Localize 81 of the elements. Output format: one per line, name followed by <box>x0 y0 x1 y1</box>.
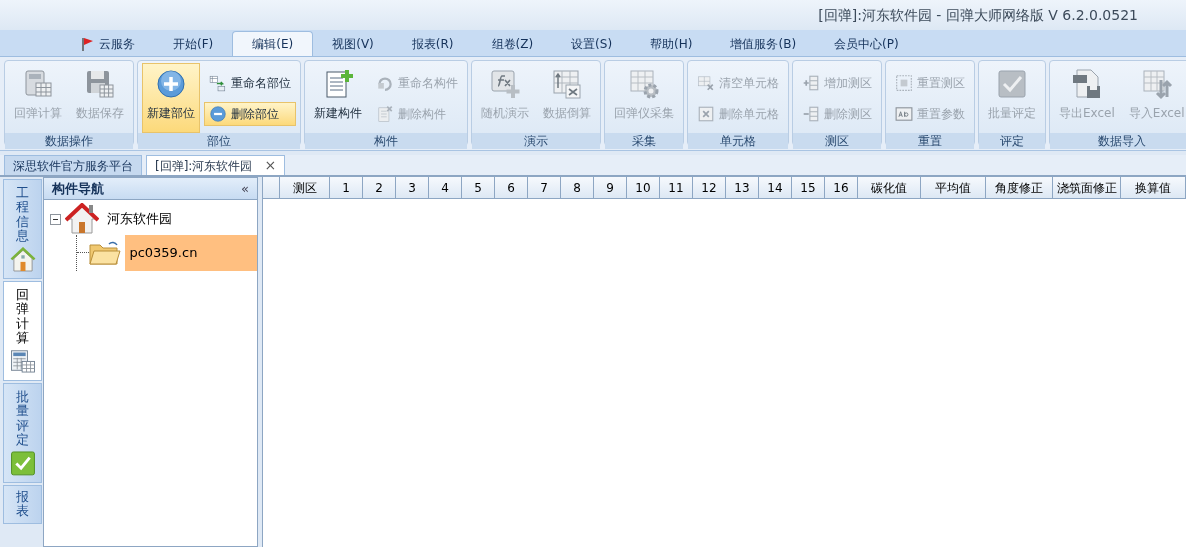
plus-circle-icon <box>155 68 187 100</box>
column-header[interactable]: 3 <box>396 177 429 198</box>
group-title: 数据操作 <box>5 133 133 149</box>
ribbon-button[interactable]: 新建构件 <box>309 63 367 133</box>
column-header[interactable]: 碳化值 <box>858 177 921 198</box>
table-gear-icon <box>628 68 660 100</box>
clear-cells-icon <box>697 73 715 92</box>
group-title: 重置 <box>886 133 974 149</box>
tree-item[interactable]: pc0359.cn <box>125 235 258 271</box>
column-header[interactable]: 12 <box>693 177 726 198</box>
side-tab[interactable]: 工程信息 <box>3 179 42 279</box>
menu-tab[interactable]: 编辑(E) <box>232 31 314 56</box>
group-title: 评定 <box>979 133 1045 149</box>
column-header[interactable]: 6 <box>495 177 528 198</box>
menu-tab[interactable]: 组卷(Z) <box>472 31 553 56</box>
delete-document-icon <box>376 104 394 123</box>
function-icon <box>489 68 521 100</box>
menu-tab[interactable]: 增值服务(B) <box>711 31 816 56</box>
column-header[interactable]: 平均值 <box>921 177 986 198</box>
menu-tab[interactable]: 视图(V) <box>313 31 393 56</box>
column-header[interactable]: 测区 <box>280 177 330 198</box>
close-button[interactable]: × <box>264 155 277 176</box>
column-header[interactable]: 11 <box>660 177 693 198</box>
checkmark-icon <box>996 68 1028 100</box>
reset-area-icon <box>895 73 913 92</box>
flag-icon <box>81 36 95 51</box>
group-title: 单元格 <box>688 133 788 149</box>
house-icon <box>65 203 100 235</box>
window-title: [回弹]:河东软件园 - 回弹大师网络版 V 6.2.0.0521 <box>818 5 1138 25</box>
floppy-disk-icon <box>84 68 116 100</box>
collapse-toggle[interactable] <box>50 213 62 225</box>
menu-tab[interactable]: 会员中心(P) <box>815 31 918 56</box>
menu-tab[interactable]: 帮助(H) <box>631 31 712 56</box>
group-title: 部位 <box>138 133 300 149</box>
column-header[interactable]: 9 <box>594 177 627 198</box>
text-field-icon <box>895 104 913 123</box>
remove-column-icon <box>802 104 820 123</box>
column-header[interactable]: 角度修正 <box>986 177 1053 198</box>
group-title: 测区 <box>793 133 881 149</box>
column-header[interactable]: 1 <box>330 177 363 198</box>
tree-item[interactable]: 河东软件园 <box>103 209 177 229</box>
menu-tab[interactable]: 设置(S) <box>552 31 632 56</box>
column-header[interactable]: 浇筑面修正 <box>1053 177 1121 198</box>
column-header[interactable]: 7 <box>528 177 561 198</box>
ribbon-button[interactable]: 重命名部位 <box>204 70 296 95</box>
calculator-icon <box>22 68 54 100</box>
menu-tab[interactable]: 报表(R) <box>392 31 473 56</box>
checkmark-icon <box>9 451 36 476</box>
side-tab[interactable]: 批量评定 <box>3 383 42 483</box>
delete-cell-icon <box>697 104 715 123</box>
column-header[interactable]: 15 <box>792 177 825 198</box>
table-formula-icon <box>551 68 583 100</box>
side-tab[interactable]: 回弹计算 <box>3 281 42 381</box>
column-header[interactable]: 16 <box>825 177 858 198</box>
add-column-icon <box>802 73 820 92</box>
column-header[interactable]: 10 <box>627 177 660 198</box>
column-header[interactable]: 4 <box>429 177 462 198</box>
group-title: 数据导入 <box>1050 133 1186 149</box>
menu-tab[interactable]: 开始(F) <box>154 31 233 56</box>
tab-label: 深思软件官方服务平台 <box>13 157 133 175</box>
column-header[interactable]: 8 <box>561 177 594 198</box>
column-header[interactable]: 2 <box>363 177 396 198</box>
tab-label: [回弹]:河东软件园 <box>155 157 253 175</box>
folder-icon <box>89 239 122 266</box>
ribbon-button[interactable]: 删除部位 <box>204 101 296 126</box>
group-title: 采集 <box>605 133 683 149</box>
minus-circle-icon <box>209 104 227 123</box>
panel-title: 构件导航 <box>52 179 105 198</box>
group-title: 构件 <box>305 133 467 149</box>
side-tab[interactable]: 报表 <box>3 485 42 524</box>
document-tab[interactable]: [回弹]:河东软件园 × <box>146 155 286 175</box>
menu-tab[interactable]: 云服务 <box>62 31 154 56</box>
column-header[interactable]: 5 <box>462 177 495 198</box>
column-header[interactable]: 13 <box>726 177 759 198</box>
column-header[interactable]: 换算值 <box>1121 177 1186 198</box>
document-tab[interactable]: 深思软件官方服务平台 <box>4 155 142 175</box>
spreadsheet-import-icon <box>1140 68 1173 100</box>
group-title: 演示 <box>472 133 600 149</box>
ribbon-button[interactable]: 新建部位 <box>142 63 200 133</box>
collapse-button[interactable]: « <box>241 178 250 199</box>
column-header[interactable]: 14 <box>759 177 792 198</box>
